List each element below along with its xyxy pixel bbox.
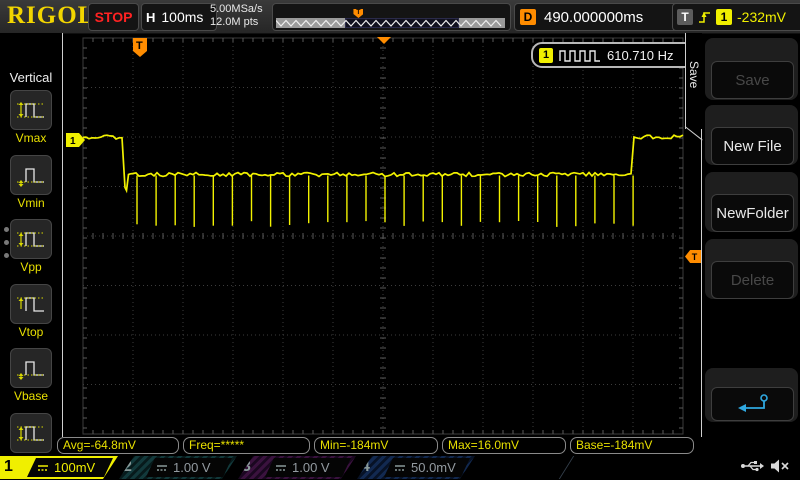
measure-result-avg: Avg=-64.8mV	[57, 437, 179, 454]
square-wave-icon	[559, 49, 601, 62]
measure-item-vmax[interactable]: Vmax	[0, 90, 62, 145]
measure-item-vpp[interactable]: Vpp	[0, 219, 62, 274]
delete-button[interactable]: Delete	[711, 261, 794, 299]
rising-edge-icon	[698, 9, 711, 25]
vbase-icon[interactable]	[10, 348, 52, 388]
measure-result-freq: Freq=*****	[183, 437, 310, 454]
delay-value: 490.000000ms	[544, 9, 643, 26]
speaker-muted-icon	[770, 458, 790, 474]
dc-coupling-icon	[394, 463, 406, 473]
channel-2-scale: 1.00 V	[173, 460, 211, 475]
dc-coupling-icon	[275, 463, 287, 473]
channel-status-bar: 1 100mV 2 1.00 V 3 1.00 V 4 50.0mV	[0, 455, 800, 480]
menu-tab-save: Save	[685, 33, 702, 129]
channel-2-status[interactable]: 2 1.00 V	[119, 456, 237, 479]
svg-text:1: 1	[70, 136, 76, 147]
usb-icon	[740, 459, 764, 473]
measure-result-base: Base=-184mV	[570, 437, 694, 454]
channel-2-number: 2	[123, 458, 132, 476]
dc-coupling-icon	[156, 463, 168, 473]
trigger-label-badge: T	[677, 9, 693, 25]
menu-tab-label: Save	[687, 61, 701, 88]
measure-result-max: Max=16.0mV	[442, 437, 566, 454]
channel-1-number: 1	[4, 458, 13, 476]
measure-item-vmin[interactable]: Vmin	[0, 155, 62, 210]
channel-4-status[interactable]: 4 50.0mV	[357, 456, 475, 479]
channel-4-scale: 50.0mV	[411, 460, 456, 475]
timebase-value: 100ms	[161, 9, 203, 25]
vtop-icon[interactable]	[10, 284, 52, 324]
measure-menu-panel: Vertical Vmax Vmin Vpp Vtop Vbase Vamp	[0, 33, 62, 448]
top-status-bar: RIGOL STOP H 100ms 5.00MSa/s 12.0M pts T…	[0, 0, 800, 34]
measure-result-min: Min=-184mV	[314, 437, 438, 454]
new-file-button[interactable]: New File	[711, 127, 794, 165]
return-arrow-icon	[736, 394, 770, 414]
trigger-position-icon: T	[353, 9, 363, 18]
memory-position-bar: T	[272, 3, 511, 31]
save-button[interactable]: Save	[711, 61, 794, 99]
vmin-icon[interactable]	[10, 155, 52, 195]
svg-text:T: T	[136, 40, 143, 52]
trigger-level-value: -232mV	[737, 9, 786, 25]
channel-3-scale: 1.00 V	[292, 460, 330, 475]
channel-4-number: 4	[361, 458, 370, 476]
sample-rate: 5.00MSa/s	[210, 3, 263, 16]
counter-value: 610.710 Hz	[607, 48, 674, 63]
frequency-counter: 1 610.710 Hz	[531, 42, 699, 68]
vamp-icon[interactable]	[10, 413, 52, 453]
back-button[interactable]	[711, 387, 794, 421]
horizontal-scale-box: H 100ms	[141, 3, 217, 31]
channel-1-status[interactable]: 1 100mV	[0, 456, 118, 479]
channel-1-scale: 100mV	[54, 460, 95, 475]
vpp-icon[interactable]	[10, 219, 52, 259]
horizontal-label: H	[146, 10, 155, 25]
dc-coupling-icon	[37, 463, 49, 473]
brand-logo: RIGOL	[7, 2, 95, 30]
channel-3-status[interactable]: 3 1.00 V	[238, 456, 356, 479]
run-state-label: STOP	[95, 9, 133, 25]
trigger-source-badge: 1	[716, 9, 732, 25]
measure-item-vtop[interactable]: Vtop	[0, 284, 62, 339]
measure-item-vbase[interactable]: Vbase	[0, 348, 62, 403]
memory-waveform-icon	[276, 18, 505, 28]
run-state-indicator[interactable]: STOP	[88, 3, 139, 31]
delay-badge: D	[520, 9, 536, 25]
counter-channel-badge: 1	[539, 48, 553, 63]
new-folder-button[interactable]: NewFolder	[711, 194, 794, 232]
trigger-readout-box: T 1 -232mV	[672, 3, 800, 31]
system-status-icons	[740, 458, 790, 474]
measure-menu-title: Vertical	[0, 70, 62, 85]
vmax-icon[interactable]	[10, 90, 52, 130]
waveform-display: 1T	[63, 33, 702, 437]
menu-page-dots	[4, 227, 9, 258]
memory-waveform-strip: T	[276, 18, 505, 28]
delay-readout-box: D 490.000000ms	[514, 3, 680, 31]
channel-3-number: 3	[242, 458, 251, 476]
acquisition-info: 5.00MSa/s 12.0M pts	[210, 3, 263, 29]
memory-depth: 12.0M pts	[210, 16, 263, 29]
